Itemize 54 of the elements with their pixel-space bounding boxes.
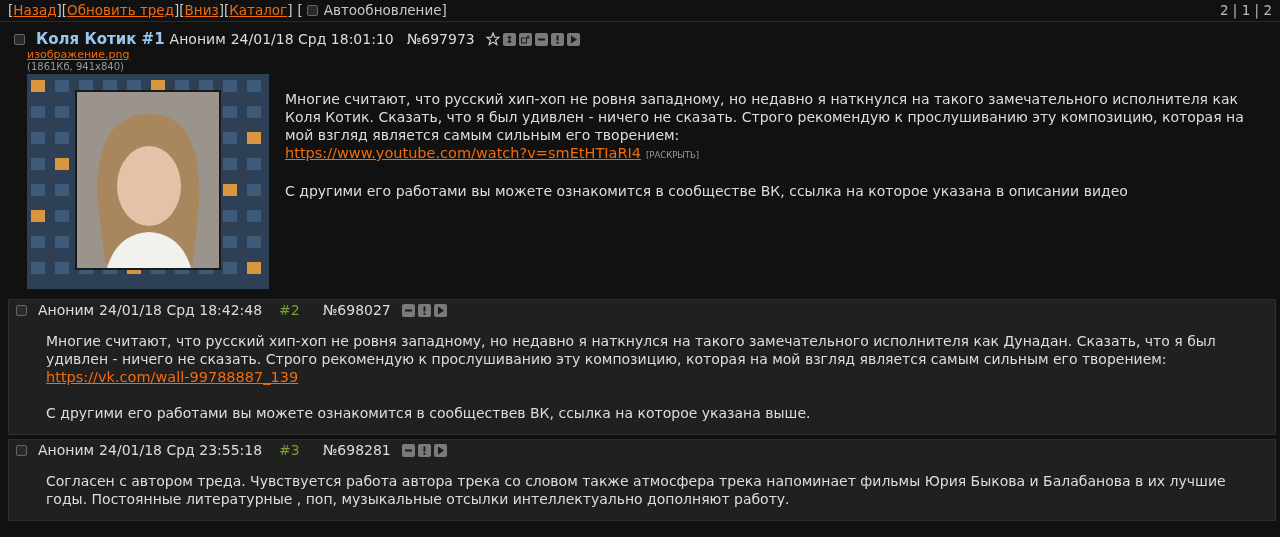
nav-link[interactable]: Обновить тред (67, 2, 174, 18)
bracket: ] (174, 2, 180, 18)
bracket: [ (297, 2, 303, 18)
post-index: #3 (279, 442, 300, 458)
hide-icon[interactable] (401, 303, 415, 317)
expand-link[interactable]: [РАСКРЫТЬ] (646, 146, 700, 164)
video-link[interactable]: https://vk.com/wall-99788887_139 (46, 368, 299, 386)
nav-link[interactable]: Вниз (184, 2, 219, 18)
post-index: #2 (279, 302, 300, 318)
nav-link[interactable]: Каталог (229, 2, 288, 18)
bracket: ] (441, 2, 447, 18)
post-text: Многие считают, что русский хип-хоп не ровня западному, но недавно я наткнулся на такого замечательного исполнителя как Коля Котик. Сказать, что я был удивлен - ничего не сказать. Строго рекомендую к прослушиванию эту композицию, которая на мой взгляд является самым сильным его творением: (285, 90, 1245, 144)
hide-icon[interactable] (534, 32, 548, 46)
post-author: Аноним (38, 442, 95, 458)
post-text: С другими его работами вы можете ознакомится в сообществе ВК, ссылка на которое указана в описании видео (285, 182, 1129, 200)
play-icon[interactable] (433, 303, 447, 317)
post-date: 24/01/18 Срд 18:01:10 (230, 31, 394, 47)
post-number[interactable]: №697973 (406, 31, 475, 47)
file-info: (1861Кб, 941x840) (27, 61, 125, 72)
bracket: [ (223, 2, 230, 18)
bracket: ] (287, 2, 293, 18)
bracket: ] (218, 2, 224, 18)
post-author: Аноним (169, 31, 226, 47)
bracket: [ (8, 2, 14, 18)
star-icon[interactable] (485, 32, 500, 46)
bracket: ] (56, 2, 62, 18)
play-icon[interactable] (433, 443, 447, 457)
post-author: Аноним (38, 302, 95, 318)
post-subject: Коля Котик #1 (36, 30, 165, 48)
hide-icon[interactable] (401, 443, 415, 457)
autoupdate-checkbox[interactable] (306, 4, 318, 16)
post-number[interactable]: №698281 (322, 442, 391, 458)
play-icon[interactable] (566, 32, 580, 46)
exclamation-icon[interactable] (417, 303, 431, 317)
post-text: Многие считают, что русский хип-хоп не ровня западному, но недавно я наткнулся на такого замечательного исполнителя как Дунадан. Сказать, что я был удивлен - ничего не сказать. Строго рекомендую к прослушиванию эту композицию, которая на мой взгляд является самым сильным его творением: (46, 332, 1217, 368)
nav-link[interactable]: Назад (13, 2, 57, 18)
bracket: [ (179, 2, 185, 18)
post-number[interactable]: №698027 (322, 302, 391, 318)
post-date: 24/01/18 Срд 18:42:48 (99, 302, 263, 318)
post-checkbox[interactable] (16, 444, 27, 456)
post-checkbox[interactable] (16, 304, 27, 316)
post-text: С другими его работами вы можете ознакомится в сообществев ВК, ссылка на которое указана выше. (46, 404, 812, 422)
expand-vertical-icon[interactable] (502, 32, 516, 46)
post-checkbox[interactable] (14, 33, 25, 45)
autoupdate-label: Автообновление (323, 2, 442, 18)
file-name-link[interactable]: изображение.png (27, 48, 269, 61)
exclamation-icon[interactable] (550, 32, 564, 46)
video-link[interactable]: https://www.youtube.com/watch?v=smEtHTIaRI4 (285, 144, 641, 162)
exclamation-icon[interactable] (417, 443, 431, 457)
bracket: [ (61, 2, 68, 18)
page-numbers[interactable]: 2 | 1 | 2 (1219, 2, 1272, 18)
image-plus-icon[interactable] (518, 32, 532, 46)
post-date: 24/01/18 Срд 23:55:18 (99, 442, 263, 458)
post-text: Согласен с автором треда. Чувствуется работа автора трека со словом также атмосфера трека напоминает фильмы Юрия Быкова и Балабанова в их лучшие годы. Постоянные литературные , поп, музыкальные отсылки интеллектуально дополняют работу. (46, 472, 1227, 508)
